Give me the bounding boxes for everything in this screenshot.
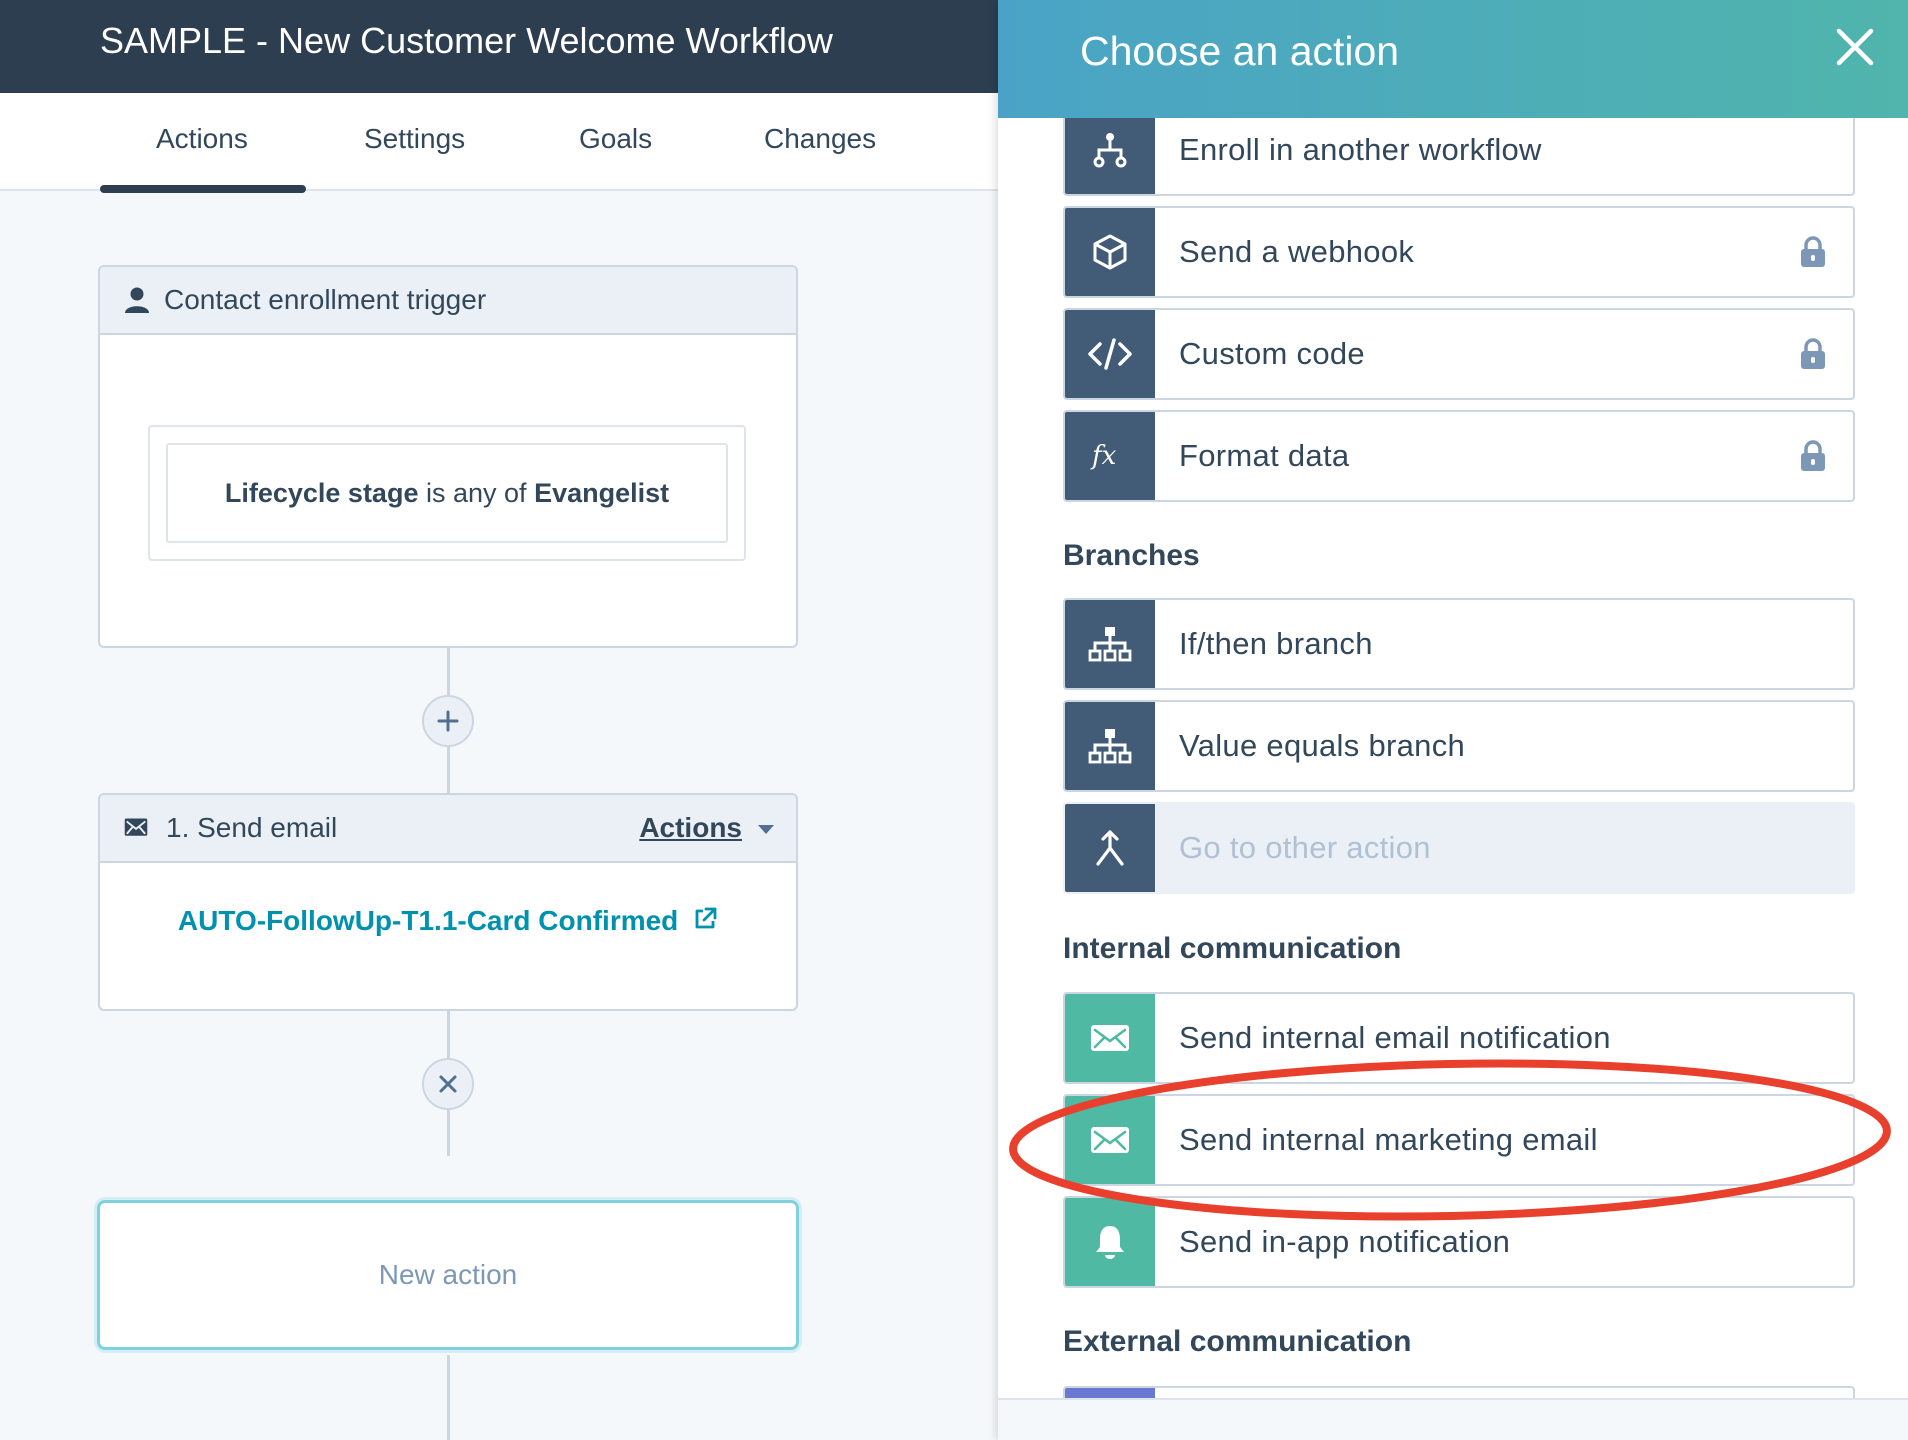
option-if-then-branch[interactable]: If/then branch: [1063, 598, 1855, 690]
plus-icon: [437, 710, 459, 732]
option-format-data[interactable]: fx Format data: [1063, 410, 1855, 502]
trigger-filter[interactable]: Lifecycle stage is any of Evangelist: [166, 443, 728, 543]
option-label: If/then branch: [1179, 626, 1373, 661]
workflow-header: SAMPLE - New Customer Welcome Workflow: [0, 0, 998, 93]
bell-icon: [1065, 1198, 1155, 1286]
tab-changes[interactable]: Changes: [764, 123, 876, 155]
active-tab-indicator: [100, 185, 306, 193]
section-branches: Branches: [1063, 539, 1200, 572]
goto-icon: [1065, 804, 1155, 892]
option-label: Send in-app notification: [1179, 1224, 1511, 1259]
branch-icon: [1065, 702, 1155, 790]
workflow-tabs: Actions Settings Goals Changes: [0, 93, 998, 191]
step-actions-dropdown[interactable]: Actions: [639, 812, 742, 844]
remove-action-button[interactable]: [422, 1058, 474, 1110]
lock-icon: [1801, 338, 1825, 369]
option-send-internal-marketing-email[interactable]: Send internal marketing email: [1063, 1094, 1855, 1186]
option-label: Value equals branch: [1179, 728, 1466, 763]
send-email-title: 1. Send email: [166, 812, 338, 843]
option-send-webhook[interactable]: Send a webhook: [1063, 206, 1855, 298]
option-label: Custom code: [1179, 336, 1365, 371]
trigger-card-title: Contact enrollment trigger: [164, 284, 487, 315]
filter-value: Evangelist: [534, 477, 670, 508]
option-label: Send internal marketing email: [1179, 1122, 1598, 1157]
trigger-card-header: Contact enrollment trigger: [100, 267, 796, 335]
workflow-icon: [1065, 106, 1155, 194]
option-label: Send internal email notification: [1179, 1020, 1611, 1055]
envelope-icon: [1065, 994, 1155, 1082]
trigger-filter-group: Lifecycle stage is any of Evangelist: [148, 425, 746, 561]
send-email-card[interactable]: 1. Send email Actions AUTO-FollowUp-T1.1…: [98, 793, 798, 1011]
lock-icon: [1801, 440, 1825, 471]
close-panel-button[interactable]: [1834, 26, 1876, 68]
section-internal-communication: Internal communication: [1063, 932, 1402, 965]
envelope-icon: [124, 818, 148, 836]
tab-goals[interactable]: Goals: [579, 123, 652, 155]
option-label: Enroll in another workflow: [1179, 132, 1542, 167]
connector-line: [447, 1355, 450, 1440]
option-send-internal-email-notification[interactable]: Send internal email notification: [1063, 992, 1855, 1084]
chevron-down-icon[interactable]: [758, 825, 774, 834]
code-icon: [1065, 310, 1155, 398]
panel-header: Choose an action: [998, 0, 1908, 118]
option-send-in-app-notification[interactable]: Send in-app notification: [1063, 1196, 1855, 1288]
send-email-card-header: 1. Send email Actions: [100, 795, 796, 863]
section-external-communication: External communication: [1063, 1325, 1412, 1358]
branch-icon: [1065, 600, 1155, 688]
filter-property: Lifecycle stage: [224, 477, 419, 508]
workflow-canvas: SAMPLE - New Customer Welcome Workflow A…: [0, 0, 998, 1440]
new-action-placeholder[interactable]: New action: [97, 1200, 799, 1350]
contact-icon: [125, 287, 149, 313]
enrollment-trigger-card[interactable]: Contact enrollment trigger Lifecycle sta…: [98, 265, 798, 648]
external-link-icon[interactable]: [692, 906, 718, 932]
option-label: Format data: [1179, 438, 1350, 473]
option-label: Go to other action: [1179, 830, 1431, 865]
lock-icon: [1801, 236, 1825, 267]
option-go-to-other-action: Go to other action: [1063, 802, 1855, 894]
workflow-title: SAMPLE - New Customer Welcome Workflow: [100, 20, 833, 61]
cube-icon: [1065, 208, 1155, 296]
option-value-equals-branch[interactable]: Value equals branch: [1063, 700, 1855, 792]
email-link[interactable]: AUTO-FollowUp-T1.1-Card Confirmed: [100, 905, 796, 937]
close-icon: [439, 1075, 457, 1093]
filter-operator: is any of: [425, 477, 527, 508]
tab-actions[interactable]: Actions: [156, 123, 248, 155]
svg-text:fx: fx: [1090, 441, 1117, 471]
envelope-icon: [1065, 1096, 1155, 1184]
tab-settings[interactable]: Settings: [364, 123, 465, 155]
option-custom-code[interactable]: Custom code: [1063, 308, 1855, 400]
add-action-button[interactable]: [422, 695, 474, 747]
fx-icon: fx: [1065, 412, 1155, 500]
email-name[interactable]: AUTO-FollowUp-T1.1-Card Confirmed: [178, 905, 678, 936]
choose-action-panel: Enroll in another workflow Send a webhoo…: [998, 0, 1908, 1440]
panel-footer: [998, 1398, 1908, 1440]
panel-title: Choose an action: [1080, 28, 1400, 74]
option-label: Send a webhook: [1179, 234, 1415, 269]
